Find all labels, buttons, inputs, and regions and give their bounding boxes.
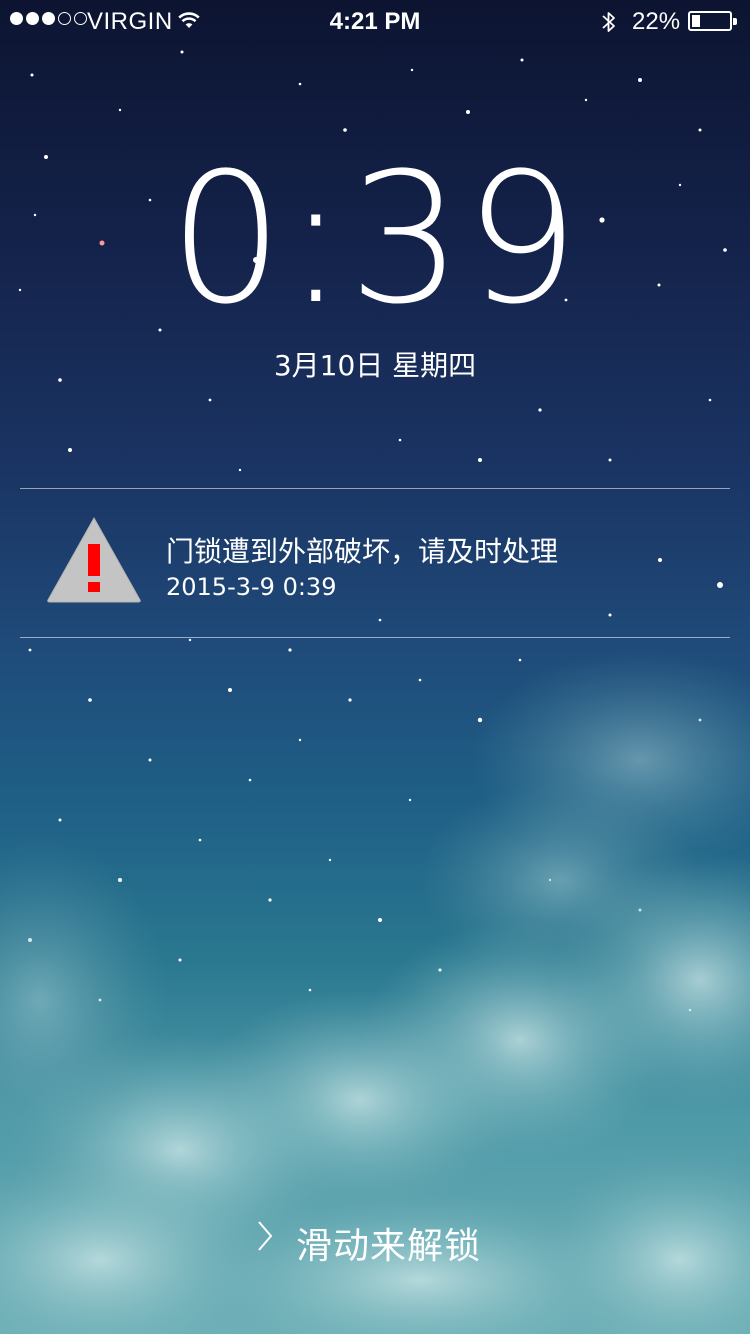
battery-icon (688, 11, 737, 31)
lock-date: 3月10日 星期四 (273, 349, 477, 382)
battery-percentage: 22% (632, 8, 681, 35)
chevron-right-icon (258, 1221, 273, 1251)
bluetooth-icon (602, 12, 615, 32)
notification-title: 门锁遭到外部破坏，请及时处理 (166, 535, 559, 568)
notification-timestamp: 2015-3-9 0:39 (166, 573, 337, 601)
lock-clock: 0:39 (168, 135, 582, 344)
battery-nub (733, 18, 737, 25)
notification-divider-bottom (20, 637, 730, 638)
battery-level (692, 15, 700, 27)
status-bar: VIRGIN 4:21 PM 22% (0, 0, 750, 44)
lock-screen: VIRGIN 4:21 PM 22% 0:39 3月10日 星期四 门锁遭到外部… (0, 0, 750, 1334)
notification-divider-top (20, 488, 730, 489)
slide-to-unlock[interactable]: 滑动来解锁 (0, 1211, 750, 1267)
unlock-label: 滑动来解锁 (296, 1226, 482, 1267)
warning-icon (47, 516, 141, 603)
